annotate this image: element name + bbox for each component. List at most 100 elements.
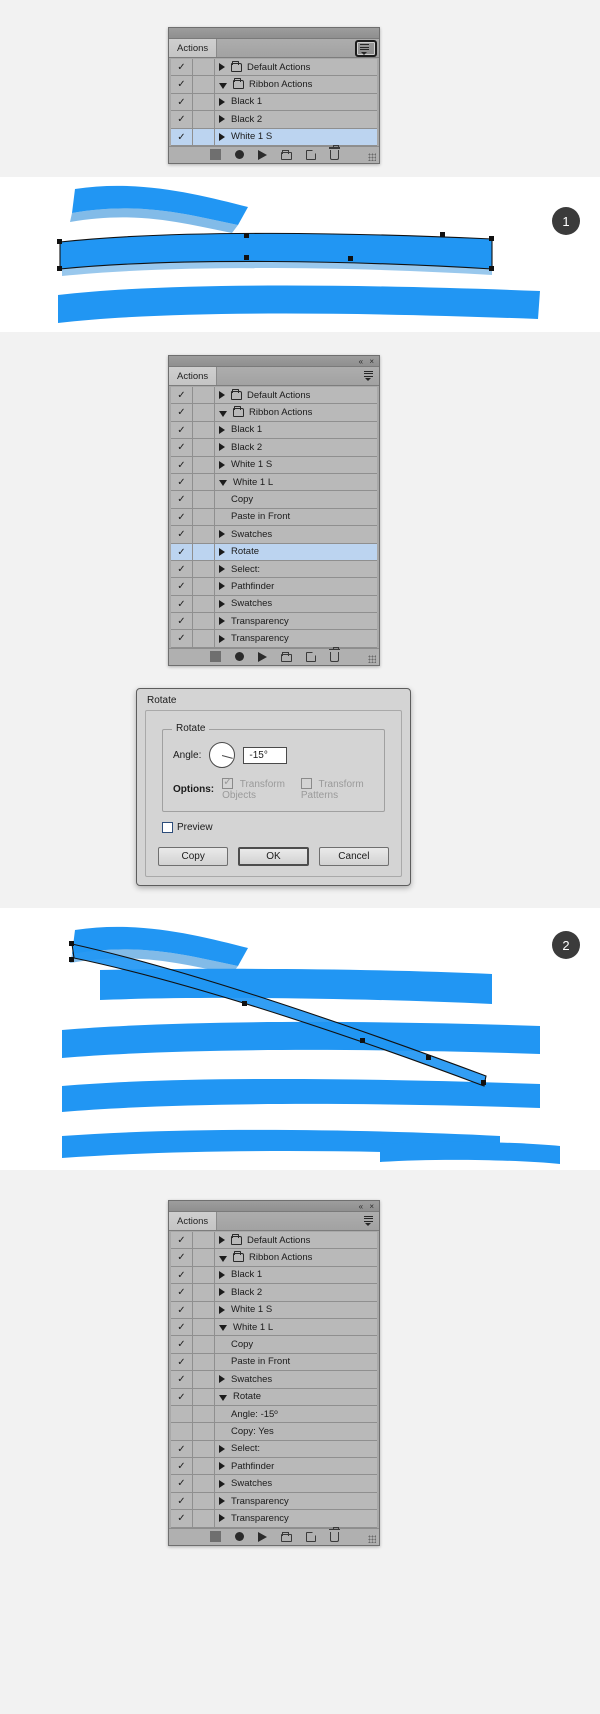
row-dialog-toggle[interactable] [193,1266,215,1284]
table-row[interactable]: ✓ Select: [171,560,377,579]
new-set-icon[interactable] [280,651,292,662]
chevron-down-icon[interactable] [219,1255,227,1262]
resize-grip[interactable] [368,1534,376,1543]
table-row[interactable]: ✓ Rotate [171,543,377,561]
row-dialog-toggle[interactable] [193,1440,215,1458]
row-dialog-toggle[interactable] [193,59,215,76]
table-row[interactable]: ✓ Transparency [171,1492,377,1511]
play-icon[interactable] [257,651,267,662]
row-toggle-checkbox[interactable]: ✓ [171,1266,193,1284]
panel-menu-icon-2[interactable] [361,370,375,383]
transform-patterns-checkbox[interactable]: Transform Patterns [300,778,374,801]
table-row[interactable]: ✓ Black 2 [171,111,377,129]
row-toggle-checkbox[interactable]: ✓ [171,76,193,93]
row-dialog-toggle[interactable] [193,1475,215,1492]
row-dialog-toggle[interactable] [193,491,215,508]
resize-grip[interactable] [368,152,376,161]
tab-actions-3[interactable]: Actions [169,1212,218,1230]
row-dialog-toggle[interactable] [193,630,215,647]
delete-icon[interactable] [328,1526,340,1542]
table-row[interactable]: ✓ Copy [171,1336,377,1354]
table-row[interactable]: ✓ White 1 L [171,473,377,492]
row-toggle-checkbox[interactable]: ✓ [171,1318,193,1336]
chevron-right-icon[interactable] [219,63,225,72]
row-dialog-toggle[interactable] [193,1388,215,1405]
table-row[interactable]: Angle: -15º [171,1405,377,1424]
new-set-icon[interactable] [280,1531,292,1542]
row-dialog-toggle[interactable] [193,128,215,145]
table-row[interactable]: ✓ Copy [171,491,377,509]
angle-dial[interactable] [209,742,236,768]
row-dialog-toggle[interactable] [193,93,215,111]
table-row[interactable]: ✓ Ribbon Actions [171,404,377,422]
row-toggle-checkbox[interactable]: ✓ [171,1458,193,1475]
row-toggle-checkbox[interactable]: ✓ [171,595,193,613]
chevron-right-icon[interactable] [219,599,225,608]
table-row[interactable]: ✓ Select: [171,1440,377,1459]
row-dialog-toggle[interactable] [193,404,215,421]
table-row[interactable]: ✓ Swatches [171,526,377,544]
table-row[interactable]: ✓ Swatches [171,1371,377,1389]
stop-icon[interactable] [209,149,221,161]
row-dialog-toggle[interactable] [193,578,215,595]
chevron-right-icon[interactable] [219,1288,225,1297]
chevron-down-icon[interactable] [219,1325,227,1332]
row-toggle-checkbox[interactable]: ✓ [171,491,193,508]
table-row[interactable]: ✓ Black 2 [171,1284,377,1302]
row-toggle-checkbox[interactable]: ✓ [171,473,193,491]
row-toggle-checkbox[interactable]: ✓ [171,421,193,439]
row-toggle-checkbox[interactable]: ✓ [171,578,193,595]
row-dialog-toggle[interactable] [193,1232,215,1249]
row-toggle-checkbox[interactable]: ✓ [171,128,193,145]
panel-window-buttons-2[interactable]: « × [359,356,376,367]
panel-menu-icon-3[interactable] [361,1215,375,1228]
chevron-right-icon[interactable] [219,132,225,141]
new-action-icon[interactable] [305,651,316,662]
row-toggle-checkbox[interactable]: ✓ [171,543,193,560]
cancel-button[interactable]: Cancel [318,847,389,866]
table-row[interactable]: ✓ Transparency [171,630,377,648]
chevron-right-icon[interactable] [219,1514,225,1523]
chevron-right-icon[interactable] [219,97,225,106]
chevron-right-icon[interactable] [219,1444,225,1453]
chevron-right-icon[interactable] [219,391,225,400]
tab-actions-2[interactable]: Actions [169,367,218,385]
table-row[interactable]: ✓ Black 2 [171,439,377,457]
play-icon[interactable] [257,1531,267,1542]
row-dialog-toggle[interactable] [193,526,215,543]
table-row[interactable]: ✓ White 1 S [171,128,377,146]
row-dialog-toggle[interactable] [193,456,215,473]
row-toggle-checkbox[interactable]: ✓ [171,1475,193,1492]
row-toggle-checkbox[interactable]: ✓ [171,1336,193,1353]
table-row[interactable]: ✓ Paste in Front [171,1353,377,1372]
chevron-right-icon[interactable] [219,617,225,626]
row-toggle-checkbox[interactable]: ✓ [171,59,193,76]
row-dialog-toggle[interactable] [193,560,215,578]
row-toggle-checkbox[interactable]: ✓ [171,1353,193,1371]
chevron-right-icon[interactable] [219,634,225,643]
row-toggle-checkbox[interactable]: ✓ [171,630,193,647]
panel-menu-button[interactable] [355,40,377,57]
chevron-right-icon[interactable] [219,425,225,434]
row-dialog-toggle[interactable] [193,1458,215,1475]
row-dialog-toggle[interactable] [193,1336,215,1353]
row-toggle-checkbox[interactable]: ✓ [171,93,193,111]
play-icon[interactable] [257,149,267,160]
row-dialog-toggle[interactable] [193,1249,215,1266]
stop-icon[interactable] [209,651,221,663]
table-row[interactable]: ✓ Swatches [171,595,377,614]
new-action-icon[interactable] [305,149,316,160]
row-toggle-checkbox[interactable]: ✓ [171,560,193,578]
chevron-right-icon[interactable] [219,1497,225,1506]
row-toggle-checkbox[interactable]: ✓ [171,387,193,404]
chevron-right-icon[interactable] [219,1305,225,1314]
chevron-down-icon[interactable] [219,410,227,417]
table-row[interactable]: ✓ Ribbon Actions [171,76,377,94]
row-dialog-toggle[interactable] [193,595,215,613]
resize-grip[interactable] [368,654,376,663]
chevron-right-icon[interactable] [219,547,225,556]
row-dialog-toggle[interactable] [193,111,215,128]
table-row[interactable]: ✓ White 1 L [171,1318,377,1337]
row-dialog-toggle[interactable] [193,1301,215,1318]
row-toggle-checkbox[interactable]: ✓ [171,1440,193,1458]
